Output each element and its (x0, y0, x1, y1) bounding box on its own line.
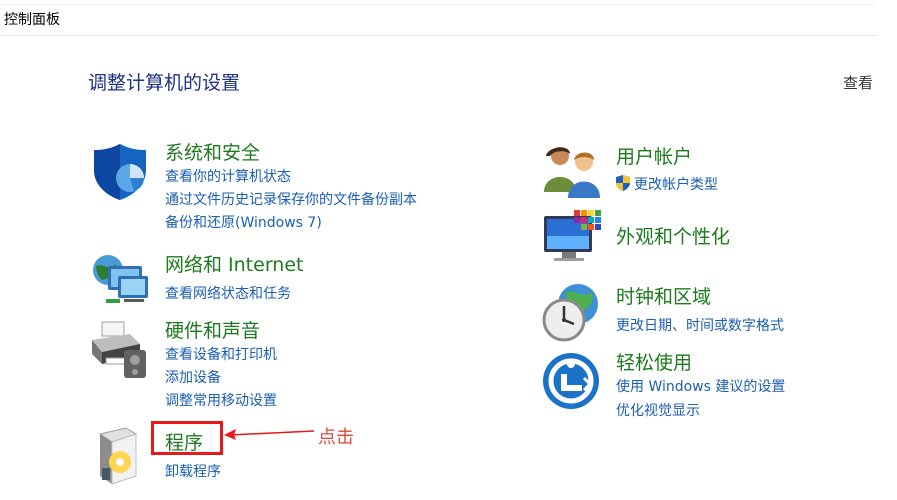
link-change-account-type-label: 更改帐户类型 (634, 177, 718, 193)
annotation-click-label: 点击 (318, 427, 354, 448)
users-icon (542, 142, 612, 212)
category-title-ease-of-access[interactable]: 轻松使用 (616, 348, 692, 375)
link-backup-restore-win7[interactable]: 备份和还原(Windows 7) (165, 212, 322, 232)
security-shield-icon (90, 140, 160, 210)
category-title-appearance[interactable]: 外观和个性化 (616, 222, 730, 249)
printer-speaker-icon (90, 318, 160, 388)
link-view-devices-printers[interactable]: 查看设备和打印机 (165, 344, 277, 364)
link-optimize-visual-display[interactable]: 优化视觉显示 (616, 400, 700, 420)
link-view-computer-status[interactable]: 查看你的计算机状态 (165, 166, 291, 186)
appearance-monitor-icon (542, 208, 612, 278)
uac-shield-icon (616, 175, 630, 191)
category-title-clock-region[interactable]: 时钟和区域 (616, 282, 711, 309)
link-uninstall-program[interactable]: 卸载程序 (165, 461, 221, 481)
link-file-history-backup[interactable]: 通过文件历史记录保存你的文件备份副本 (165, 189, 417, 209)
link-mobility-settings[interactable]: 调整常用移动设置 (165, 390, 277, 410)
page-title: 调整计算机的设置 (88, 72, 241, 94)
breadcrumb-control-panel[interactable]: 控制面板 (4, 9, 60, 29)
annotation-highlight-box (151, 421, 223, 455)
category-title-system-security[interactable]: 系统和安全 (165, 138, 260, 165)
programs-box-icon (90, 426, 160, 496)
ease-of-access-icon (542, 350, 612, 420)
top-divider (0, 4, 876, 5)
view-by-label[interactable]: 查看 (843, 72, 873, 93)
annotation-arrow-icon (224, 429, 315, 440)
category-title-user-accounts[interactable]: 用户帐户 (616, 142, 692, 169)
clock-globe-icon (542, 282, 612, 352)
category-title-hardware-sound[interactable]: 硬件和声音 (165, 316, 260, 343)
link-change-date-time-format[interactable]: 更改日期、时间或数字格式 (616, 315, 784, 335)
network-globe-icon (90, 252, 160, 322)
link-change-account-type[interactable]: 更改帐户类型 (614, 174, 718, 194)
category-title-network-internet[interactable]: 网络和 Internet (165, 250, 303, 277)
address-bar: 控制面板 (0, 0, 876, 36)
link-add-device[interactable]: 添加设备 (165, 367, 221, 387)
link-view-network-status[interactable]: 查看网络状态和任务 (165, 283, 291, 303)
link-windows-recommended-settings[interactable]: 使用 Windows 建议的设置 (616, 376, 785, 396)
